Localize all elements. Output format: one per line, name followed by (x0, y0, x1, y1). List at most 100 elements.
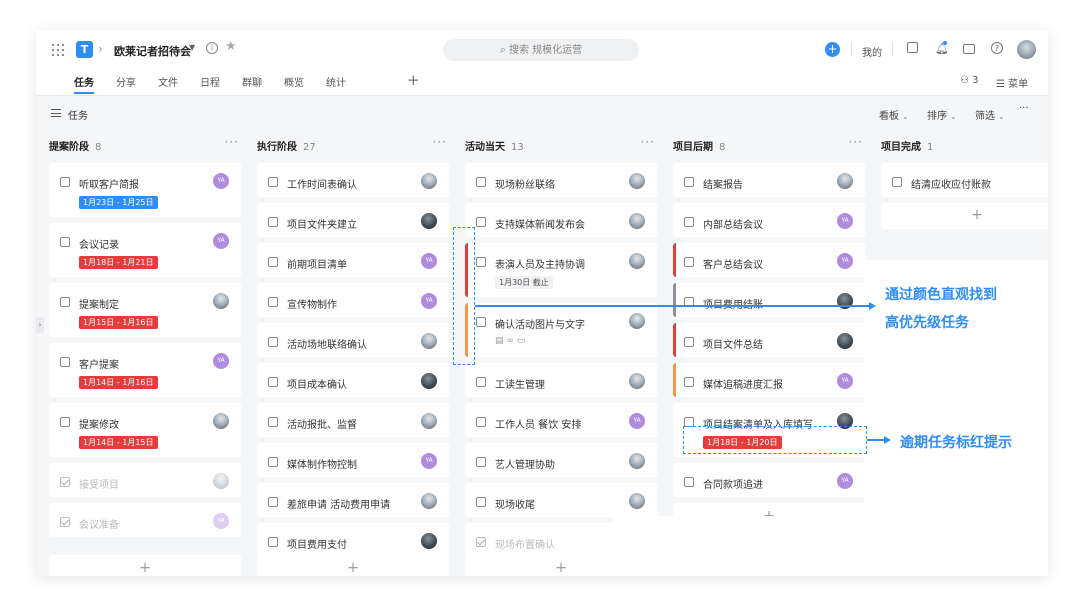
tab-tasks[interactable]: 任务 (74, 74, 94, 89)
task-checkbox[interactable] (476, 217, 486, 227)
more-options-icon[interactable]: ··· (1019, 103, 1029, 114)
task-card[interactable]: 现场粉丝联络 (465, 163, 657, 197)
task-card[interactable]: 提案制定 1月15日 - 1月16日 (49, 283, 241, 337)
assignee-avatar[interactable]: YA (213, 173, 229, 189)
info-icon[interactable]: i (206, 42, 218, 54)
column-more-icon[interactable]: ··· (849, 135, 863, 149)
task-checkbox[interactable] (684, 257, 694, 267)
task-checkbox[interactable] (268, 217, 278, 227)
task-checkbox[interactable] (684, 337, 694, 347)
task-card[interactable]: 听取客户简报 YA 1月23日 - 1月25日 (49, 163, 241, 217)
message-icon[interactable] (963, 44, 975, 54)
task-checkbox[interactable] (60, 177, 70, 187)
tab-overview[interactable]: 概览 (284, 74, 304, 89)
members-button[interactable]: ⚇ 3 (960, 75, 979, 86)
assignee-avatar[interactable] (421, 213, 437, 229)
tab-schedule[interactable]: 日程 (200, 74, 220, 89)
assignee-avatar[interactable]: YA (629, 413, 645, 429)
sort-dropdown[interactable]: 排序 ⌄ (927, 107, 957, 122)
task-card[interactable]: 工读生管理 (465, 363, 657, 397)
task-card[interactable]: 会议准备 YA (49, 503, 241, 537)
task-card[interactable]: 项目文件夹建立 (257, 203, 449, 237)
menu-button[interactable]: ☰ 菜单 (996, 75, 1028, 90)
add-task-button[interactable]: + (881, 203, 1048, 229)
assignee-avatar[interactable] (629, 373, 645, 389)
task-card[interactable]: 确认活动图片与文字 ▤ ∞ ▭ (465, 303, 657, 357)
task-checkbox-checked[interactable] (60, 517, 70, 527)
task-checkbox[interactable] (684, 477, 694, 487)
assignee-avatar[interactable]: YA (421, 253, 437, 269)
assignee-avatar[interactable] (421, 493, 437, 509)
sidebar-toggle-handle[interactable]: › (36, 317, 44, 333)
task-checkbox[interactable] (476, 497, 486, 507)
task-checkbox[interactable] (892, 177, 902, 187)
task-card[interactable]: 艺人管理协助 (465, 443, 657, 477)
app-logo[interactable]: T (76, 41, 93, 58)
assignee-avatar[interactable] (421, 333, 437, 349)
task-checkbox[interactable] (476, 177, 486, 187)
task-checkbox[interactable] (476, 317, 486, 327)
hamburger-icon[interactable] (51, 109, 61, 117)
apps-grid-icon[interactable] (52, 44, 64, 56)
assignee-avatar[interactable] (213, 413, 229, 429)
assignee-avatar[interactable] (629, 453, 645, 469)
view-dropdown[interactable]: 看板 ⌄ (879, 107, 909, 122)
task-checkbox[interactable] (268, 337, 278, 347)
task-checkbox[interactable] (268, 297, 278, 307)
task-card[interactable]: 内部总结会议 YA (673, 203, 865, 237)
task-checkbox[interactable] (268, 177, 278, 187)
task-card[interactable]: 客户总结会议 YA (673, 243, 865, 277)
assignee-avatar[interactable] (629, 213, 645, 229)
help-icon[interactable]: ? (991, 42, 1003, 54)
search-bar[interactable]: ⌕ 搜索 规模化运营 (443, 39, 639, 61)
task-card[interactable]: 会议记录 YA 1月18日 - 1月21日 (49, 223, 241, 277)
task-card[interactable]: 提案修改 1月14日 - 1月15日 (49, 403, 241, 457)
assignee-avatar[interactable] (837, 293, 853, 309)
caret-down-icon[interactable]: ▼ (189, 43, 195, 52)
assignee-avatar[interactable] (213, 473, 229, 489)
assignee-avatar[interactable] (629, 313, 645, 329)
task-card[interactable]: 结清应收应付账款 (881, 163, 1048, 197)
assignee-avatar[interactable]: YA (837, 213, 853, 229)
task-checkbox[interactable] (684, 217, 694, 227)
task-card[interactable]: 差旅申请 活动费用申请 (257, 483, 449, 517)
assignee-avatar[interactable]: YA (837, 373, 853, 389)
task-checkbox[interactable] (60, 237, 70, 247)
add-tab-icon[interactable]: + (407, 71, 420, 89)
task-checkbox[interactable] (60, 297, 70, 307)
task-card[interactable]: 项目费用支付 (257, 523, 449, 557)
assignee-avatar[interactable] (629, 173, 645, 189)
tab-files[interactable]: 文件 (158, 74, 178, 89)
column-more-icon[interactable]: ··· (641, 135, 655, 149)
assignee-avatar[interactable]: YA (213, 233, 229, 249)
assignee-avatar[interactable]: YA (213, 353, 229, 369)
task-checkbox[interactable] (268, 457, 278, 467)
task-card[interactable]: 活动场地联络确认 (257, 323, 449, 357)
task-card[interactable]: 前期项目清单 YA (257, 243, 449, 277)
task-checkbox[interactable] (476, 417, 486, 427)
task-checkbox[interactable] (476, 257, 486, 267)
tab-share[interactable]: 分享 (116, 74, 136, 89)
assignee-avatar[interactable] (213, 293, 229, 309)
task-card[interactable]: 项目文件总结 (673, 323, 865, 357)
task-card[interactable]: 接受项目 (49, 463, 241, 497)
assignee-avatar[interactable]: YA (837, 253, 853, 269)
star-icon[interactable]: ★ (225, 39, 237, 54)
column-more-icon[interactable]: ··· (225, 135, 239, 149)
assignee-avatar[interactable]: YA (213, 513, 229, 529)
tab-group-chat[interactable]: 群聊 (242, 74, 262, 89)
assignee-avatar[interactable] (421, 533, 437, 549)
task-card[interactable]: 支持媒体新闻发布会 (465, 203, 657, 237)
task-card[interactable]: 现场收尾 (465, 483, 657, 517)
task-checkbox[interactable] (268, 377, 278, 387)
calendar-icon[interactable] (907, 42, 918, 53)
task-card[interactable]: 媒体追稿进度汇报 YA (673, 363, 865, 397)
add-task-button[interactable]: + (49, 555, 241, 576)
assignee-avatar[interactable] (629, 493, 645, 509)
project-title[interactable]: 欧莱记者招待会 (114, 43, 191, 59)
assignee-avatar[interactable] (837, 333, 853, 349)
user-avatar[interactable] (1017, 40, 1036, 59)
task-card[interactable]: 工作人员 餐饮 安排 YA (465, 403, 657, 437)
task-card[interactable]: 活动报批、监督 (257, 403, 449, 437)
task-card[interactable]: 结案报告 (673, 163, 865, 197)
